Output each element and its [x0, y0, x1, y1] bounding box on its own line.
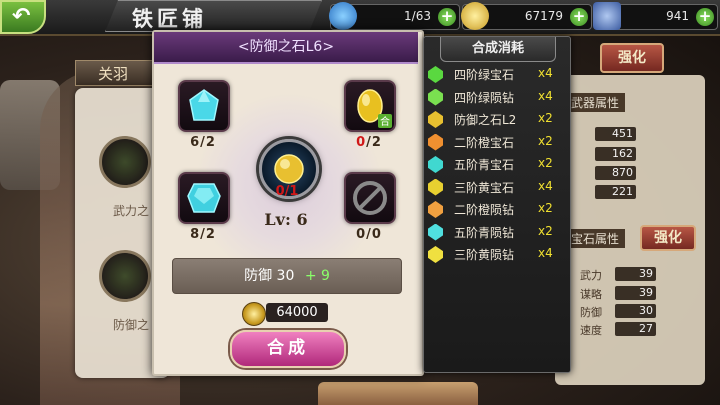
equip-attr-value: 162	[595, 147, 636, 161]
equip-attr-value: 221	[595, 185, 636, 199]
material-qty: x4	[538, 88, 553, 103]
gem-stat-label: 谋略	[580, 288, 602, 301]
svg-text:合: 合	[380, 115, 390, 128]
material-name: 三阶黄宝石	[454, 180, 515, 195]
gem-socket[interactable]	[99, 136, 151, 188]
slot-count: 0/0	[356, 227, 382, 242]
coin-resource: 67179 +	[461, 2, 592, 30]
gem-stat-value: 39	[615, 286, 656, 300]
add-coin-button[interactable]: +	[570, 8, 588, 26]
stat-preview-bar: 防御 30 + 9	[172, 258, 402, 294]
material-row: 三阶黄陨钻 x4	[428, 243, 568, 265]
page-title-box: 铁匠铺	[105, 0, 322, 32]
gem-stat-value: 30	[615, 304, 656, 318]
synthesize-button[interactable]: 合成	[230, 330, 346, 368]
material-gem-icon	[428, 246, 443, 263]
material-row: 二阶橙宝石 x2	[428, 131, 568, 153]
coin-icon	[461, 2, 489, 30]
socket-label: 武力之	[113, 204, 150, 218]
material-qty: x2	[538, 156, 553, 170]
material-name: 三阶黄陨钻	[454, 248, 515, 262]
cyan-gem-icon	[189, 89, 219, 121]
materials-panel: 合成消耗 四阶绿宝石 x4 四阶绿陨钻 x4 防御之石L2 x2 二阶橙宝石 x2 五阶青宝石 x…	[423, 36, 571, 373]
coin-value: 67179	[524, 9, 563, 23]
socket-label: 防御之	[113, 318, 150, 332]
yellow-gem-icon: 合	[357, 89, 392, 128]
material-qty: x2	[538, 133, 553, 148]
gem-resource: 941 +	[593, 2, 718, 30]
equip-attr-value: 870	[595, 166, 636, 180]
gem-socket[interactable]	[99, 250, 151, 302]
material-slot-top-left[interactable]	[178, 80, 230, 132]
gem-stat-label: 速度	[580, 324, 602, 337]
material-gem-icon	[428, 178, 443, 196]
gem-stat-value: 27	[615, 322, 656, 336]
material-name: 二阶橙宝石	[454, 135, 515, 150]
stamina-value: 1/63	[404, 9, 431, 23]
dialog-title: <防御之石L6>	[154, 32, 418, 64]
attribute-panel: 强化 武器属性 451 162 870 221 宝石属性 强化 武力 39 谋略…	[555, 43, 705, 385]
material-gem-icon	[428, 156, 443, 173]
material-qty: x4	[538, 66, 553, 80]
material-gem-icon	[428, 88, 443, 106]
material-row: 四阶绿陨钻 x4	[428, 86, 568, 108]
result-count: 0/1	[275, 184, 299, 199]
stamina-resource: 1/63 +	[329, 2, 460, 30]
material-row: 五阶青陨钻 x2	[428, 221, 568, 243]
gem-stat-label: 防御	[580, 306, 602, 319]
slot-count: 0/2	[356, 135, 382, 150]
slot-count: 6/2	[190, 135, 216, 150]
page-title: 铁匠铺	[132, 6, 207, 31]
gem-stat-value: 39	[615, 267, 656, 281]
coin-icon	[242, 302, 266, 326]
add-gem-button[interactable]: +	[696, 8, 714, 26]
material-row: 二阶橙陨钻 x2	[428, 198, 568, 220]
material-name: 四阶绿陨钻	[454, 90, 515, 105]
material-qty: x4	[538, 246, 553, 260]
materials-title: 合成消耗	[440, 37, 556, 62]
equip-attr-value: 451	[595, 127, 636, 141]
cost-value: 64000	[266, 303, 328, 322]
material-name: 防御之石L2	[454, 113, 517, 127]
equip-attr-title: 武器属性	[565, 93, 626, 112]
material-gem-icon	[428, 111, 443, 128]
stat-label: 防御	[244, 268, 273, 284]
material-gem-icon	[428, 201, 443, 218]
material-row: 三阶黄宝石 x4	[428, 176, 568, 198]
helmet-icon	[593, 2, 621, 30]
material-gem-icon	[428, 133, 443, 151]
stat-bonus: + 9	[304, 268, 330, 284]
material-name: 四阶绿宝石	[454, 68, 515, 82]
material-qty: x2	[538, 201, 553, 215]
material-slot-top-right[interactable]: 合	[344, 80, 396, 132]
material-name: 五阶青宝石	[454, 158, 515, 172]
material-qty: x2	[538, 223, 553, 238]
gem-level: Lv: 6	[264, 210, 308, 229]
gem-stat-label: 武力	[580, 269, 602, 282]
back-arrow-icon: ↶	[12, 4, 31, 29]
material-qty: x4	[538, 178, 553, 193]
add-stamina-button[interactable]: +	[438, 8, 456, 26]
gem-enhance-button[interactable]: 强化	[640, 225, 696, 251]
material-gem-icon	[428, 66, 443, 83]
material-qty: x2	[538, 111, 553, 125]
material-row: 五阶青宝石 x2	[428, 153, 568, 175]
slot-count: 8/2	[190, 227, 216, 242]
material-row: 四阶绿宝石 x4	[428, 63, 568, 85]
synthesis-dialog: <防御之石L6> 6/2 合 0/2 8/2 0/0 0/1 Lv: 6 防御 …	[152, 30, 424, 376]
material-row: 防御之石L2 x2	[428, 108, 568, 130]
material-gem-icon	[428, 223, 443, 241]
lightning-icon	[329, 2, 357, 30]
stat-value: 30	[276, 268, 295, 284]
gem-value: 941	[666, 9, 689, 23]
gem-attr-title: 宝石属性	[565, 229, 626, 248]
enhance-button[interactable]: 强化	[600, 43, 664, 73]
material-name: 二阶橙陨钻	[454, 203, 515, 217]
material-name: 五阶青陨钻	[454, 225, 515, 240]
back-button[interactable]: ↶	[0, 0, 46, 34]
background-bottom-tab	[318, 382, 478, 405]
